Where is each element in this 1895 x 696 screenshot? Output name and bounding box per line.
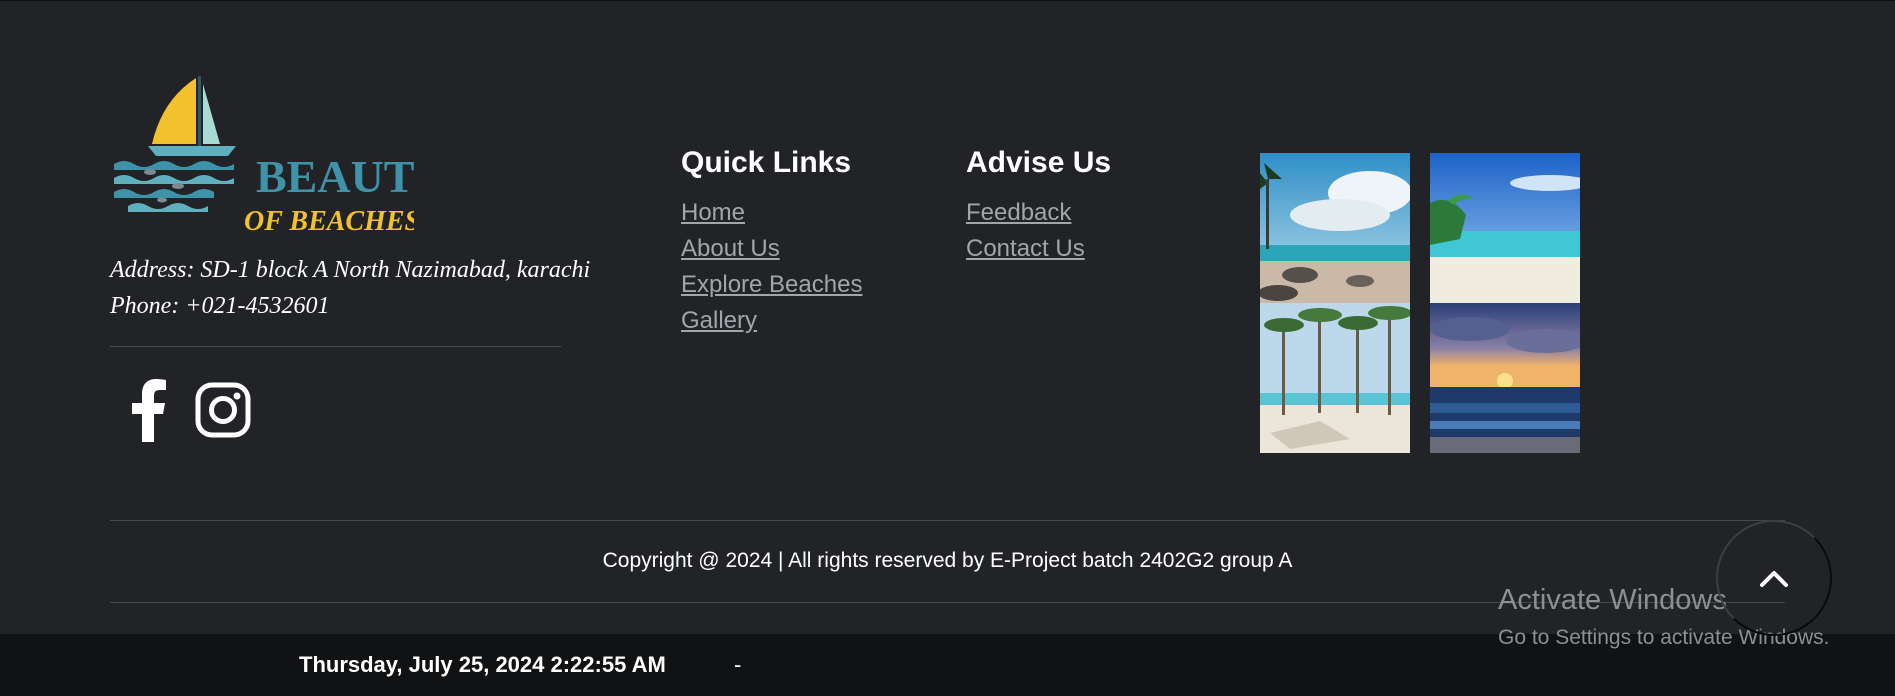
list-item: Contact Us xyxy=(966,231,1085,267)
chevron-up-icon xyxy=(1760,571,1788,587)
list-item: Explore Beaches xyxy=(681,267,862,303)
instagram-link[interactable] xyxy=(191,378,255,442)
quick-links-list: Home About Us Explore Beaches Gallery xyxy=(681,195,862,339)
sunset-ocean-image-icon xyxy=(1430,303,1580,453)
brand-logo[interactable]: BEAUTY OF BEACHES xyxy=(114,74,448,237)
list-item: Feedback xyxy=(966,195,1085,231)
list-item: Home xyxy=(681,195,862,231)
brand-divider xyxy=(110,346,561,347)
list-item: About Us xyxy=(681,231,862,267)
link-about-us[interactable]: About Us xyxy=(681,235,780,262)
beach-rocks-image-icon xyxy=(1260,153,1410,303)
back-to-top-button[interactable] xyxy=(1716,520,1832,636)
logo-word-beauty: BEAUTY xyxy=(256,151,414,202)
logo-word-of-beaches: OF BEACHES xyxy=(244,206,414,234)
copyright-divider-top xyxy=(110,520,1785,521)
advise-us-title: Advise Us xyxy=(966,146,1112,179)
quick-links-title: Quick Links xyxy=(681,146,852,179)
list-item: Gallery xyxy=(681,303,862,339)
footer-gallery xyxy=(1260,153,1580,453)
top-border xyxy=(0,0,1895,1)
gallery-image-3[interactable] xyxy=(1260,303,1410,453)
instagram-icon xyxy=(195,382,251,438)
contact-info: Address: SD-1 block A North Nazimabad, k… xyxy=(110,252,590,324)
turquoise-beach-image-icon xyxy=(1430,153,1580,303)
activate-windows-title: Activate Windows xyxy=(1498,584,1727,616)
link-contact-us[interactable]: Contact Us xyxy=(966,235,1085,262)
gallery-image-4[interactable] xyxy=(1430,303,1580,453)
address-text: Address: SD-1 block A North Nazimabad, k… xyxy=(110,257,591,283)
link-feedback[interactable]: Feedback xyxy=(966,199,1071,226)
facebook-icon xyxy=(132,379,166,442)
phone-text: Phone: +021-4532601 xyxy=(110,293,330,319)
link-home[interactable]: Home xyxy=(681,199,745,226)
status-separator: - xyxy=(734,652,742,677)
advise-us-list: Feedback Contact Us xyxy=(966,195,1085,267)
palm-trees-image-icon xyxy=(1260,303,1410,453)
link-gallery[interactable]: Gallery xyxy=(681,307,757,334)
current-datetime: Thursday, July 25, 2024 2:22:55 AM xyxy=(299,652,666,677)
facebook-link[interactable] xyxy=(116,378,180,442)
gallery-image-1[interactable] xyxy=(1260,153,1410,303)
gallery-image-2[interactable] xyxy=(1430,153,1580,303)
sailboat-logo-icon: BEAUTY OF BEACHES xyxy=(114,76,448,237)
link-explore-beaches[interactable]: Explore Beaches xyxy=(681,271,862,298)
copyright-text: Copyright @ 2024 | All rights reserved b… xyxy=(602,549,1293,572)
